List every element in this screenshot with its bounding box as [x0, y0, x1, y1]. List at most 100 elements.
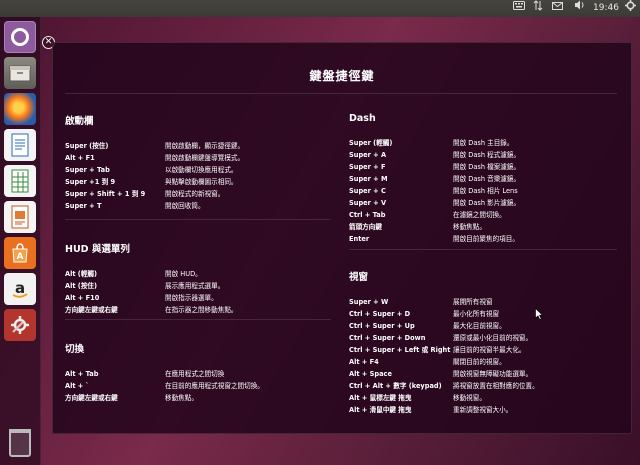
shortcut-row: 方向鍵左鍵或右鍵 在指示器之間移動焦點。 — [65, 304, 325, 316]
shortcut-key: 方向鍵左鍵或右鍵 — [65, 394, 118, 402]
overlay-title: 鍵盤捷徑鍵 — [309, 69, 375, 83]
shortcut-desc: 以啟動欄切換應用程式。 — [165, 166, 238, 174]
shortcut-desc: 開啟目前聚焦的項目。 — [453, 235, 519, 243]
shortcut-key: Ctrl + Super + D — [349, 310, 411, 318]
shortcut-desc: 展示應用程式選單。 — [165, 282, 225, 290]
shortcut-row: 箭頭方向鍵 移動焦點。 — [349, 221, 609, 233]
shortcut-row: Ctrl + Tab 在濾鏡之間切換。 — [349, 209, 609, 221]
keyboard-icon[interactable] — [512, 0, 526, 17]
shortcut-desc: 開啟 Dash 檔案濾鏡。 — [453, 163, 521, 171]
section-switching: 切換 Alt + Tab 在應用程式之間切換 Alt + ` 在目前的應用程式視窗之… — [65, 341, 325, 404]
shortcut-row: Enter 開啟目前聚焦的項目。 — [349, 233, 609, 245]
shortcut-row: 方向鍵左鍵或右鍵 移動焦點。 — [65, 392, 325, 404]
dash-home-icon[interactable] — [4, 21, 36, 53]
section-title: 切換 — [65, 344, 85, 355]
shortcut-desc: 重新調整視窗大小。 — [453, 406, 513, 414]
libreoffice-calc-icon[interactable] — [4, 165, 36, 197]
shortcut-row: Super + Shift + 1 到 9 開啟程式的新視窗。 — [65, 188, 325, 200]
shortcut-row: Super + F 開啟 Dash 檔案濾鏡。 — [349, 161, 609, 173]
shortcut-row: Super + M 開啟 Dash 音樂濾鏡。 — [349, 173, 609, 185]
shortcut-key: Alt + F4 — [349, 358, 379, 366]
shortcut-key: Super + W — [349, 298, 389, 306]
shortcut-key: 方向鍵左鍵或右鍵 — [65, 306, 118, 314]
firefox-icon[interactable] — [4, 93, 36, 125]
shortcut-key: Super + A — [349, 151, 387, 159]
section-dash: Dash Super (輕觸) 開啟 Dash 主目錄。 Super + A 開啟 … — [349, 113, 609, 245]
section-title: 視窗 — [349, 272, 369, 283]
shortcut-row: Alt + 鼠標左鍵 拖曳 移動視窗。 — [349, 392, 609, 404]
shortcut-key: Super (按住) — [65, 142, 109, 150]
shortcut-row: Super (按住) 開啟啟動欄，顯示捷徑鍵。 — [65, 140, 325, 152]
gear-icon[interactable] — [623, 0, 637, 17]
shortcut-row: Alt + ` 在目前的應用程式視窗之間切換。 — [65, 380, 325, 392]
envelope-icon[interactable] — [551, 0, 563, 17]
svg-text:A: A — [17, 252, 24, 262]
shortcut-key: Alt + ` — [65, 382, 89, 390]
speaker-icon[interactable] — [573, 0, 585, 17]
amazon-icon[interactable]: a — [4, 273, 36, 305]
shortcut-row: Ctrl + Super + Left 或 Right 讓目前的視窗半最大化。 — [349, 344, 609, 356]
shortcut-key: Super + Tab — [65, 166, 110, 174]
shortcut-key: Super + Shift + 1 到 9 — [65, 190, 146, 198]
shortcut-desc: 移動焦點。 — [165, 394, 198, 402]
shortcut-desc: 開啟 Dash 音樂濾鏡。 — [453, 175, 521, 183]
shortcut-row: Alt + Tab 在應用程式之間切換 — [65, 368, 325, 380]
shortcut-row: Super + A 開啟 Dash 程式濾鏡。 — [349, 149, 609, 161]
mouse-cursor-icon — [535, 308, 543, 320]
shortcut-row: Alt + Space 開啟視窗無障礙功能選單。 — [349, 368, 609, 380]
shortcut-desc: 開啟程式的新視窗。 — [165, 190, 225, 198]
files-icon[interactable] — [4, 57, 36, 89]
shortcut-key: Alt (輕觸) — [65, 270, 98, 278]
ubuntu-software-icon[interactable]: A — [4, 237, 36, 269]
shortcut-key: Super +1 到 9 — [65, 178, 116, 186]
section-title: HUD 與選單列 — [65, 244, 130, 255]
clock[interactable]: 19:46 — [592, 0, 620, 17]
shortcut-row: Alt (輕觸) 開啟 HUD。 — [65, 268, 325, 280]
shortcut-row: Super + Tab 以啟動欄切換應用程式。 — [65, 164, 325, 176]
shortcut-row: Ctrl + Super + D 最小化所有視窗 — [349, 308, 609, 320]
shortcut-row: Super + C 開啟 Dash 相片 Lens — [349, 185, 609, 197]
shortcut-desc: 還原或最小化目前的視窗。 — [453, 334, 533, 342]
shortcut-desc: 開啟啟動欄鍵盤導覽模式。 — [165, 154, 245, 162]
shortcut-desc: 讓目前的視窗半最大化。 — [453, 346, 526, 354]
section-hud: HUD 與選單列 Alt (輕觸) 開啟 HUD。 Alt (按住) 展示應用程式選… — [65, 241, 325, 316]
shortcut-key: 箭頭方向鍵 — [349, 223, 382, 231]
shortcut-desc: 展開所有視窗 — [453, 298, 493, 306]
shortcut-desc: 開啟回收筒。 — [165, 202, 205, 210]
shortcut-key: Enter — [349, 235, 370, 243]
shortcut-row: Super + V 開啟 Dash 影片濾鏡。 — [349, 197, 609, 209]
section-title: Dash — [349, 113, 376, 124]
network-updown-icon[interactable] — [532, 0, 544, 17]
system-settings-icon[interactable] — [4, 309, 36, 341]
shortcut-key: Alt + 鼠標左鍵 拖曳 — [349, 394, 412, 402]
divider — [349, 249, 617, 250]
divider — [65, 319, 331, 320]
section-window: 視窗 Super + W 展開所有視窗 Ctrl + Super + D 最小化所有… — [349, 269, 609, 416]
shortcut-key: Ctrl + Super + Up — [349, 322, 415, 330]
shortcut-row: Super + W 展開所有視窗 — [349, 296, 609, 308]
top-panel: 19:46 — [0, 0, 640, 17]
shortcut-desc: 移動視窗。 — [453, 394, 486, 402]
shortcut-desc: 將視窗放置在相對應的位置。 — [453, 382, 539, 390]
shortcut-desc: 開啟指示器選單。 — [165, 294, 218, 302]
shortcut-desc: 開啟 Dash 相片 Lens — [453, 187, 518, 195]
shortcut-row: Ctrl + Super + Down 還原或最小化目前的視窗。 — [349, 332, 609, 344]
shortcut-row: Super +1 到 9 與點擊啟動欄圖示相同。 — [65, 176, 325, 188]
shortcut-desc: 開啟 HUD。 — [165, 270, 202, 278]
libreoffice-impress-icon[interactable] — [4, 201, 36, 233]
shortcut-key: Alt + F10 — [65, 294, 100, 302]
shortcut-key: Super + F — [349, 163, 386, 171]
shortcut-desc: 與點擊啟動欄圖示相同。 — [165, 178, 238, 186]
section-title: 啟動欄 — [65, 116, 94, 127]
trash-icon[interactable] — [4, 427, 36, 459]
libreoffice-writer-icon[interactable] — [4, 129, 36, 161]
shortcut-desc: 在目前的應用程式視窗之間切換。 — [165, 382, 264, 390]
shortcut-desc: 開啟 Dash 主目錄。 — [453, 139, 514, 147]
shortcut-key: Super + T — [65, 202, 102, 210]
shortcut-key: Super + V — [349, 199, 387, 207]
divider — [65, 93, 617, 94]
shortcut-key: Ctrl + Super + Down — [349, 334, 426, 342]
shortcut-key: Ctrl + Alt + 數字 (keypad) — [349, 382, 442, 390]
shortcut-desc: 最大化目前視窗。 — [453, 322, 506, 330]
shortcut-row: Super + T 開啟回收筒。 — [65, 200, 325, 212]
